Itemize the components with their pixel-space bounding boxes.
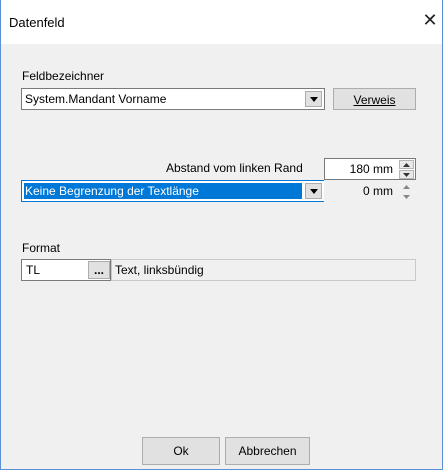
format-description-field: Text, linksbündig <box>111 259 416 281</box>
ok-button-label: Ok <box>173 444 189 458</box>
margin-spinner[interactable]: 180 mm <box>324 158 416 180</box>
spin-up-icon[interactable] <box>399 182 414 191</box>
format-browse-button[interactable]: ... <box>88 261 110 279</box>
fieldname-label: Feldbezeichner <box>22 69 105 83</box>
title-bar[interactable]: Datenfeld ✕ <box>1 0 442 44</box>
dialog-client: Feldbezeichner System.Mandant Vorname Ve… <box>1 44 442 469</box>
cancel-button-label: Abbrechen <box>238 444 297 458</box>
margin-value: 180 mm <box>349 162 393 176</box>
format-label: Format <box>22 241 61 255</box>
spin-up-icon[interactable] <box>399 160 414 169</box>
fieldname-value: System.Mandant Vorname <box>25 92 167 106</box>
format-browse-label: ... <box>93 263 104 277</box>
chevron-down-icon <box>310 97 318 102</box>
cancel-button[interactable]: Abbrechen <box>225 437 310 465</box>
text-length-combobox[interactable]: Keine Begrenzung der Textlänge <box>21 180 325 202</box>
window-title: Datenfeld <box>9 15 65 30</box>
close-icon[interactable]: ✕ <box>420 10 440 30</box>
chevron-down-icon <box>310 189 318 194</box>
fieldname-dropdown-button[interactable] <box>305 91 322 107</box>
margin-spin-buttons[interactable] <box>399 160 414 179</box>
format-code-field[interactable]: TL ... <box>21 259 111 281</box>
text-length-dropdown-button[interactable] <box>305 183 322 199</box>
text-width-spinner[interactable]: 0 mm <box>324 180 416 202</box>
reference-button[interactable]: Verweis <box>333 88 416 110</box>
dialog-window: Datenfeld ✕ Feldbezeichner System.Mandan… <box>0 0 443 470</box>
spin-down-icon[interactable] <box>399 170 414 179</box>
text-width-value: 0 mm <box>363 184 393 198</box>
margin-label: Abstand vom linken Rand <box>166 161 303 175</box>
fieldname-combobox[interactable]: System.Mandant Vorname <box>21 88 325 110</box>
text-length-value: Keine Begrenzung der Textlänge <box>25 184 199 198</box>
ok-button[interactable]: Ok <box>142 437 220 465</box>
reference-button-label: Verweis <box>353 93 396 107</box>
format-description: Text, linksbündig <box>115 263 204 277</box>
text-width-spin-buttons[interactable] <box>399 182 414 201</box>
format-code-value: TL <box>26 263 41 277</box>
spin-down-icon[interactable] <box>399 192 414 201</box>
